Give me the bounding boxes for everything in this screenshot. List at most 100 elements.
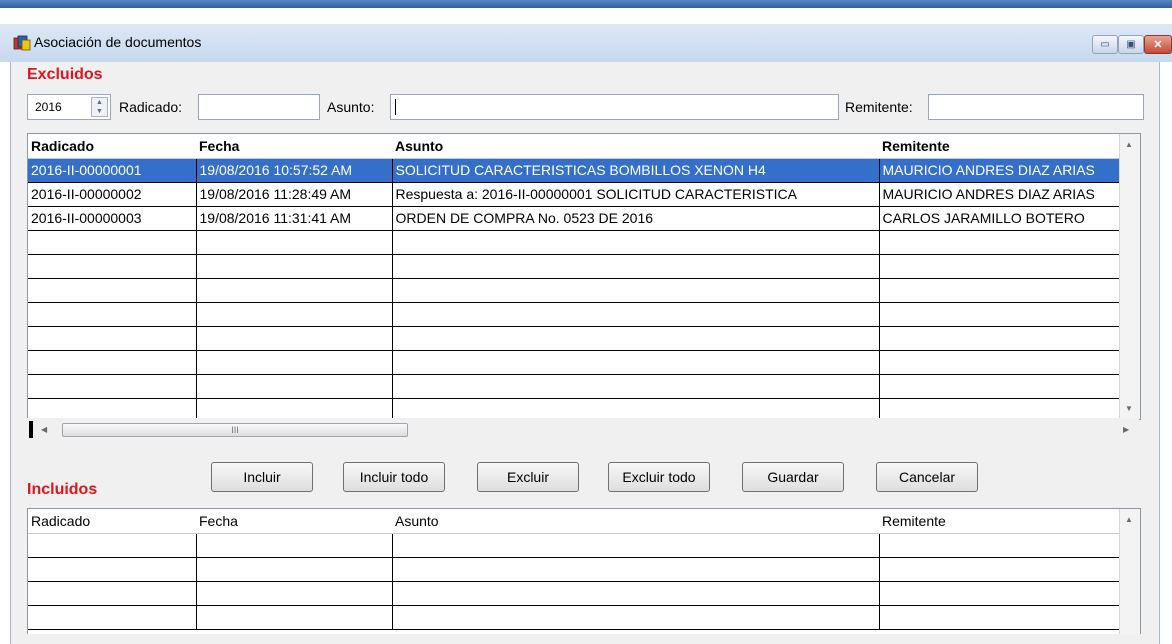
empty-cell [392,302,880,327]
empty-cell [28,302,197,327]
empty-cell [196,581,393,606]
empty-row[interactable] [28,278,1140,303]
column-header-asunto[interactable]: Asunto [392,134,879,159]
text-cursor [395,99,396,115]
scroll-up-arrow-icon[interactable]: ▲ [1125,515,1133,524]
empty-cell [392,230,880,255]
documents-app-icon [13,35,31,51]
incluidos-table: Radicado Fecha Asunto Remitente ▲ [27,508,1141,634]
cell-remitente: MAURICIO ANDRES DIAZ ARIAS [879,182,1140,207]
empty-row[interactable] [28,581,1140,606]
minimize-button[interactable]: ▭ [1092,35,1118,54]
empty-row[interactable] [28,326,1140,351]
asunto-filter-label: Asunto: [327,99,375,115]
empty-cell [196,374,393,399]
cell-radicado: 2016-II-00000001 [28,158,197,183]
empty-cell [879,278,1140,303]
column-header-asunto[interactable]: Asunto [392,509,879,534]
maximize-icon: ▣ [1126,39,1136,50]
asunto-filter-input[interactable] [390,94,839,120]
close-button[interactable]: ✕ [1144,35,1172,54]
remitente-filter-label: Remitente: [845,99,913,115]
excluir-todo-button[interactable]: Excluir todo [608,462,710,492]
table-header-row: Radicado Fecha Asunto Remitente [28,134,1139,159]
guardar-button[interactable]: Guardar [742,462,844,492]
empty-cell [392,557,880,582]
empty-cell [392,326,880,351]
incluidos-label: Incluidos [27,481,98,498]
scroll-left-arrow-icon[interactable]: ◀ [41,425,47,434]
remitente-filter-input[interactable] [928,94,1144,120]
empty-cell [392,581,880,606]
empty-cell [392,374,880,399]
scroll-thumb[interactable]: III [62,423,408,437]
column-header-radicado[interactable]: Radicado [28,509,196,534]
cell-asunto: SOLICITUD CARACTERISTICAS BOMBILLOS XENO… [392,158,880,183]
empty-cell [392,254,880,279]
empty-cell [392,605,880,630]
empty-cell [28,350,197,375]
excluidos-horizontal-scrollbar[interactable]: ◀ III ▶ [27,418,1139,442]
year-spinner[interactable]: 2016 ▲ ▼ [27,94,111,120]
incluidos-vertical-scrollbar[interactable]: ▲ [1119,509,1140,634]
table-header-row: Radicado Fecha Asunto Remitente [28,509,1139,534]
column-header-fecha[interactable]: Fecha [196,134,392,159]
scroll-down-arrow-icon[interactable]: ▼ [1125,404,1133,413]
column-header-remitente[interactable]: Remitente [879,134,1139,159]
cell-asunto: Respuesta a: 2016-II-00000001 SOLICITUD … [392,182,880,207]
empty-row[interactable] [28,254,1140,279]
empty-cell [28,230,197,255]
empty-cell [879,374,1140,399]
empty-row[interactable] [28,230,1140,255]
empty-cell [196,398,393,419]
scroll-marker [29,421,33,438]
empty-cell [392,398,880,419]
empty-cell [196,326,393,351]
scroll-up-arrow-icon[interactable]: ▲ [1125,140,1133,149]
empty-cell [879,557,1140,582]
empty-cell [392,533,880,558]
empty-cell [196,302,393,327]
column-header-radicado[interactable]: Radicado [28,134,196,159]
empty-row[interactable] [28,605,1140,630]
empty-row[interactable] [28,302,1140,327]
close-icon: ✕ [1153,39,1163,51]
excluidos-label: Excluidos [27,66,103,83]
cancelar-button[interactable]: Cancelar [876,462,978,492]
incluir-todo-button[interactable]: Incluir todo [343,462,445,492]
empty-row[interactable] [28,533,1140,558]
empty-cell [196,278,393,303]
column-header-fecha[interactable]: Fecha [196,509,392,534]
empty-cell [28,557,197,582]
table-row[interactable]: 2016-II-00000002 19/08/2016 11:28:49 AM … [28,182,1140,207]
empty-cell [879,605,1140,630]
radicado-filter-input[interactable] [198,94,320,120]
excluidos-vertical-scrollbar[interactable]: ▲ ▼ [1119,134,1140,419]
empty-row[interactable] [28,557,1140,582]
cell-fecha: 19/08/2016 10:57:52 AM [196,158,393,183]
empty-cell [196,350,393,375]
empty-cell [196,605,393,630]
radicado-filter-label: Radicado: [119,99,183,115]
empty-cell [28,533,197,558]
table-row[interactable]: 2016-II-00000001 19/08/2016 10:57:52 AM … [28,158,1140,183]
empty-cell [879,350,1140,375]
column-header-remitente[interactable]: Remitente [879,509,1139,534]
empty-row[interactable] [28,374,1140,399]
spinner-arrows-icon[interactable]: ▲ ▼ [91,97,108,117]
cell-radicado: 2016-II-00000002 [28,182,197,207]
maximize-button[interactable]: ▣ [1118,35,1144,54]
empty-cell [392,350,880,375]
empty-cell [879,581,1140,606]
cell-fecha: 19/08/2016 11:28:49 AM [196,182,393,207]
empty-row[interactable] [28,350,1140,375]
scroll-right-arrow-icon[interactable]: ▶ [1123,425,1129,434]
incluir-button[interactable]: Incluir [211,462,313,492]
empty-row[interactable] [28,398,1140,419]
empty-cell [879,230,1140,255]
parent-window-title-strip [0,0,1172,8]
empty-cell [28,374,197,399]
table-row[interactable]: 2016-II-00000003 19/08/2016 11:31:41 AM … [28,206,1140,231]
excluir-button[interactable]: Excluir [477,462,579,492]
empty-cell [879,302,1140,327]
